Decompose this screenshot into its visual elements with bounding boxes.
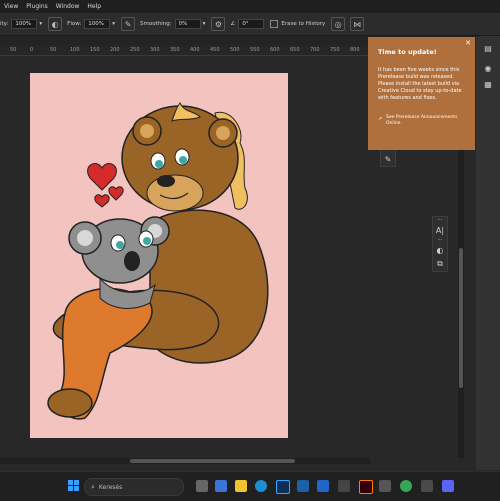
pressure-opacity-icon[interactable]: ◐ (48, 17, 63, 31)
airbrush-icon[interactable]: ✎ (121, 17, 136, 31)
update-notification: ✕ Time to update! It has been five weeks… (368, 37, 475, 150)
tool-column-panels: ⋯ A| ⋯ ◐ ⧉ (432, 216, 448, 272)
ruler-tick-label: 0 (30, 47, 34, 53)
pressure-size-icon[interactable]: ◎ (331, 17, 346, 31)
layers-icon[interactable]: ⧉ (433, 257, 447, 271)
task-view-icon[interactable] (196, 480, 208, 492)
camera-icon[interactable] (297, 480, 309, 492)
horizontal-ruler: 50 0 50 100 150 200 250 300 350 400 450 500 550 600 65… (0, 45, 380, 56)
external-link-icon: ↗ (378, 116, 383, 122)
bear-muzzle (146, 174, 204, 212)
ruler-tick-label: 350 (170, 47, 180, 53)
ruler-tick-label: 750 (330, 47, 340, 53)
ruler-tick-label: 100 (70, 47, 80, 53)
document-canvas[interactable] (30, 73, 288, 438)
ruler-tick-label: 250 (130, 47, 140, 53)
adjustments-icon[interactable]: ◐ (433, 243, 447, 257)
opacity-label: ity: (0, 21, 9, 27)
flow-label: Flow: (67, 21, 82, 27)
app-icon[interactable] (379, 480, 391, 492)
mail-icon[interactable] (317, 480, 329, 492)
symmetry-icon[interactable]: ⋈ (350, 17, 365, 31)
ruler-tick-label: 50 (10, 47, 17, 53)
ruler-tick-label: 800 (350, 47, 360, 53)
chevron-down-icon[interactable]: ▾ (203, 21, 206, 27)
chevron-down-icon[interactable]: ▾ (112, 21, 115, 27)
scroll-thumb[interactable] (459, 248, 463, 388)
character-icon[interactable]: A| (433, 223, 447, 237)
flow-field[interactable]: 100% (84, 19, 111, 29)
bear-ear-right-inner (216, 126, 230, 140)
hearts (87, 163, 124, 208)
menu-help[interactable]: Help (83, 3, 105, 10)
windows-start-icon[interactable] (68, 480, 79, 491)
brush-icon[interactable]: ✎ (381, 152, 395, 166)
swatches-icon[interactable]: ▦ (483, 80, 493, 90)
illustration-bear-koala (47, 102, 269, 420)
ruler-tick-label: 700 (310, 47, 320, 53)
bear-nose (157, 175, 175, 187)
ruler-tick-label: 400 (190, 47, 200, 53)
app-icon[interactable] (421, 480, 433, 492)
options-bar: ity: 100% ▾ ◐ Flow: 100% ▾ ✎ Smoothing: … (0, 13, 500, 36)
smoothing-field[interactable]: 0% (174, 19, 201, 29)
angle-control: ∠ 0° (230, 19, 265, 29)
discord-icon[interactable] (442, 480, 454, 492)
menu-view[interactable]: View (0, 3, 22, 10)
scroll-thumb[interactable] (130, 459, 295, 463)
bear-hand (47, 388, 93, 418)
ruler-tick-label: 600 (270, 47, 280, 53)
search-placeholder: Keresés (98, 483, 123, 491)
ruler-tick-label: 150 (90, 47, 100, 53)
smoothing-label: Smoothing: (140, 21, 172, 27)
popup-title: Time to update! (378, 48, 437, 56)
edge-icon[interactable] (255, 480, 267, 492)
angle-icon: ∠ (230, 21, 236, 27)
bear-ear-left-inner (140, 124, 154, 138)
arrange-icon[interactable]: ▤ (483, 44, 493, 54)
photos-icon[interactable] (215, 480, 227, 492)
ruler-tick-label: 550 (250, 47, 260, 53)
opacity-field[interactable]: 100% (11, 19, 38, 29)
color-icon[interactable]: ◉ (483, 64, 493, 74)
koala-nose (124, 251, 140, 271)
search-icon: ⌕ (91, 482, 95, 491)
erase-to-history-label: Erase to History (281, 21, 326, 27)
gear-icon[interactable]: ⚙ (211, 17, 226, 31)
flow-control: Flow: 100% ▾ (67, 19, 115, 29)
horizontal-scrollbar[interactable] (0, 458, 370, 464)
heart-small-1 (108, 186, 124, 201)
app-icon[interactable] (338, 480, 350, 492)
ruler-tick-label: 50 (50, 47, 57, 53)
file-explorer-icon[interactable] (235, 480, 247, 492)
heart-small-2 (94, 194, 110, 208)
ruler-tick-label: 300 (150, 47, 160, 53)
chrome-icon[interactable] (400, 480, 412, 492)
heart-large (87, 163, 117, 191)
ruler-tick-label: 450 (210, 47, 220, 53)
ruler-tick-label: 200 (110, 47, 120, 53)
right-panel-strip: ▤ ◉ ▦ (476, 36, 500, 470)
popup-link[interactable]: See Prerelease Announcements Online (386, 115, 468, 127)
popup-body: It has been five weeks since this Prerel… (378, 67, 462, 101)
taskbar: ⌕ Keresés (0, 471, 500, 501)
menu-window[interactable]: Window (52, 3, 84, 10)
menu-bar: View Plugins Window Help (0, 0, 500, 13)
illustrator-icon[interactable] (359, 480, 373, 494)
taskbar-search[interactable]: ⌕ Keresés (84, 478, 184, 496)
ruler-tick-label: 500 (230, 47, 240, 53)
smoothing-control: Smoothing: 0% ▾ (140, 19, 205, 29)
erase-to-history-toggle[interactable]: Erase to History (270, 20, 325, 28)
photoshop-icon[interactable] (276, 480, 290, 494)
chevron-down-icon[interactable]: ▾ (39, 21, 42, 27)
checkbox[interactable] (270, 20, 279, 28)
angle-field[interactable]: 0° (238, 19, 265, 29)
menu-plugins[interactable]: Plugins (22, 3, 52, 10)
close-icon[interactable]: ✕ (465, 39, 471, 47)
ruler-tick-label: 650 (290, 47, 300, 53)
opacity-control: ity: 100% ▾ (0, 19, 42, 29)
